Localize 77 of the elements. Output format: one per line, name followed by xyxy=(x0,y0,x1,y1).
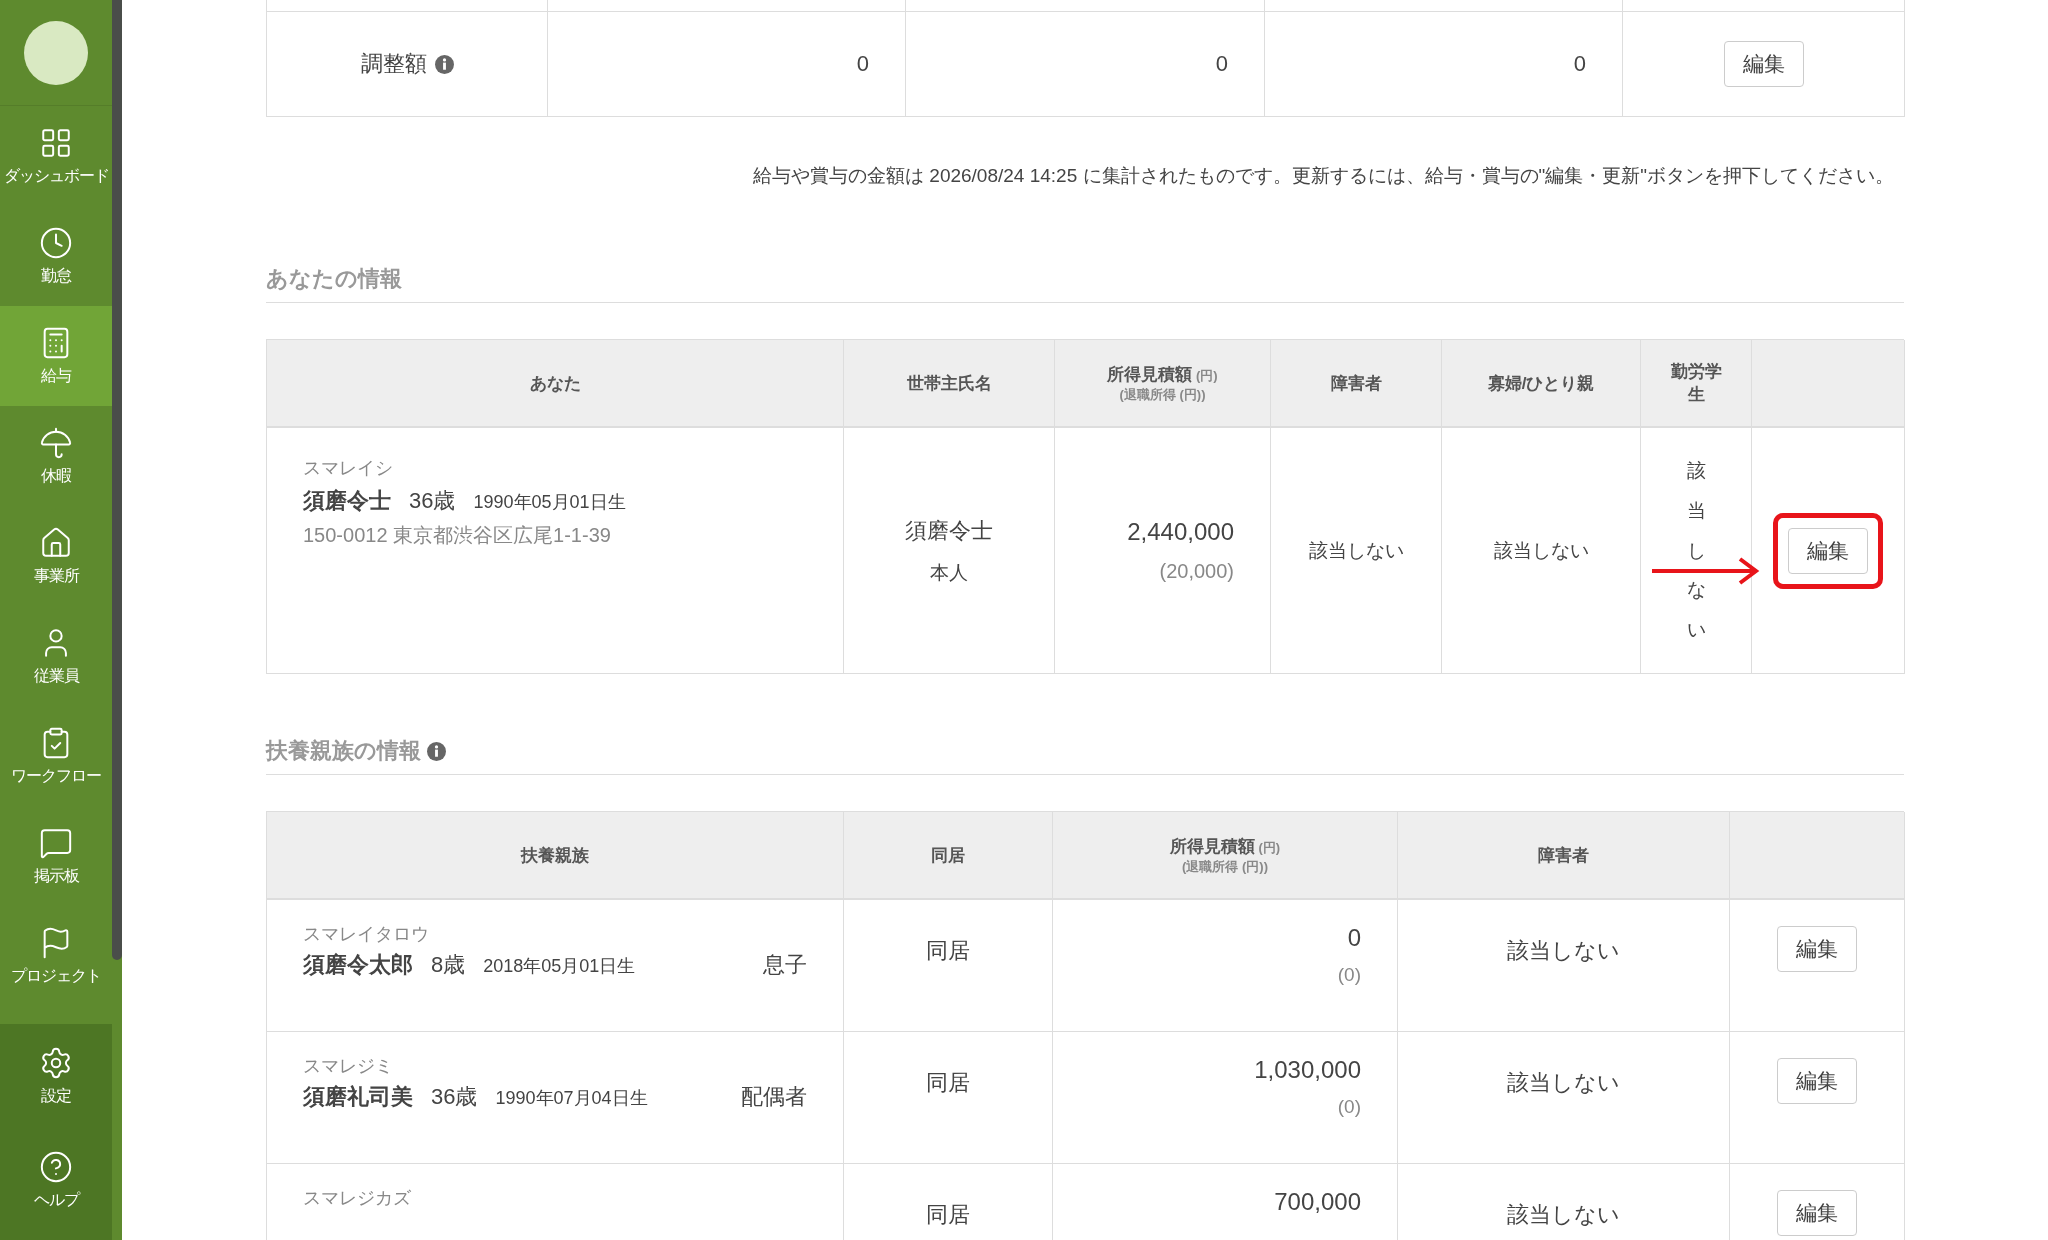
column-header: 所得見積額 (円) xyxy=(1168,835,1282,858)
update-note: 給与や賞与の金額は 2026/08/24 14:25 に集計されたものです。更新するには、給与・賞与の"編集・更新"ボタンを押下してください。 xyxy=(752,164,1894,188)
house-icon xyxy=(39,525,73,560)
relation: 本人 xyxy=(930,560,968,585)
status-text: 該当しない xyxy=(1308,538,1404,563)
amount: 0 xyxy=(1573,51,1586,77)
sidebar-item[interactable]: ワークフロー xyxy=(0,706,112,806)
retirement-income: (0) xyxy=(1337,1096,1361,1118)
name-kana: スマレイタロウ xyxy=(303,923,429,946)
scrollbar[interactable] xyxy=(112,0,122,960)
clock-icon xyxy=(39,225,73,260)
birth-date: 1990年07月04日生 xyxy=(495,1087,648,1110)
relation: 息子 xyxy=(763,951,807,979)
relation: 配偶者 xyxy=(741,1083,807,1111)
sidebar-item[interactable]: ヘルプ xyxy=(0,1128,112,1232)
sidebar-item[interactable]: 勤怠 xyxy=(0,206,112,306)
column-header: 障害者 xyxy=(1537,844,1590,867)
status-text: 該当しない xyxy=(1507,1201,1620,1229)
income-amount: 2,440,000 xyxy=(1127,518,1234,546)
cohabit-status: 同居 xyxy=(926,937,970,965)
sidebar-item[interactable]: 設定 xyxy=(0,1024,112,1128)
amount: 0 xyxy=(856,51,869,77)
column-header: 障害者 xyxy=(1329,372,1383,395)
cohabit-status: 同居 xyxy=(926,1201,970,1229)
sidebar-item[interactable]: 休暇 xyxy=(0,406,112,506)
person-name: 須磨礼司美 xyxy=(303,1083,413,1111)
column-header: 勤労学生 xyxy=(1669,361,1723,406)
person-name: 須磨令士 xyxy=(303,487,391,515)
column-subheader: (退職所得 (円)) xyxy=(1119,385,1206,404)
edit-button[interactable]: 編集 xyxy=(1788,527,1868,574)
sidebar-item[interactable]: ダッシュボード xyxy=(0,106,112,206)
edit-button[interactable]: 編集 xyxy=(1777,1058,1857,1104)
info-icon xyxy=(427,741,446,761)
name-kana: スマレイシ xyxy=(303,457,393,480)
sidebar-item[interactable]: 事業所 xyxy=(0,506,112,606)
income-amount: 700,000 xyxy=(1274,1188,1361,1216)
income-amount: 0 xyxy=(1347,924,1361,952)
settings-icon xyxy=(39,1045,73,1080)
householder-name: 須磨令士 xyxy=(905,516,993,545)
name-kana: スマレジミ xyxy=(303,1055,393,1078)
edit-button[interactable]: 編集 xyxy=(1777,1190,1857,1236)
age: 36歳 xyxy=(409,487,456,515)
sidebar-item[interactable]: プロジェクト xyxy=(0,906,112,1006)
age: 36歳 xyxy=(431,1083,478,1111)
address: 150-0012 東京都渋谷区広尾1-1-39 xyxy=(303,523,611,548)
age: 8歳 xyxy=(431,951,466,979)
name-kana: スマレジカズ xyxy=(303,1187,411,1210)
column-header: 世帯主氏名 xyxy=(905,372,993,395)
retirement-income: (0) xyxy=(1337,964,1361,986)
column-header: あなた xyxy=(528,372,582,395)
amount: 0 xyxy=(1215,51,1228,77)
column-header: 同居 xyxy=(930,844,966,867)
edit-button[interactable]: 編集 xyxy=(1777,926,1857,972)
income-amount: 1,030,000 xyxy=(1254,1056,1361,1084)
birth-date: 1990年05月01日生 xyxy=(473,491,626,514)
umbrella-icon xyxy=(39,425,73,460)
birth-date: 2018年05月01日生 xyxy=(483,955,636,978)
row-label: 調整額 xyxy=(360,50,427,78)
section-title: あなたの情報 xyxy=(266,265,402,293)
edit-button[interactable]: 編集 xyxy=(1723,41,1804,87)
column-header: 所得見積額 (円) xyxy=(1106,363,1219,386)
sidebar-item[interactable]: 給与 xyxy=(0,306,112,406)
status-text: 該当しない xyxy=(1493,538,1589,563)
help-icon xyxy=(39,1149,73,1184)
info-icon xyxy=(434,54,454,74)
status-text: 該当しない xyxy=(1507,937,1620,965)
status-text: 該当しない xyxy=(1507,1069,1620,1097)
sidebar-item[interactable]: 掲示板 xyxy=(0,806,112,906)
cohabit-status: 同居 xyxy=(926,1069,970,1097)
column-header: 寡婦/ひとり親 xyxy=(1486,372,1596,395)
column-subheader: (退職所得 (円)) xyxy=(1182,857,1268,876)
sidebar-item[interactable]: 従業員 xyxy=(0,606,112,706)
column-header: 扶養親族 xyxy=(519,844,590,867)
retirement-income: (20,000) xyxy=(1159,560,1234,583)
status-text: 該当しない xyxy=(1686,458,1706,643)
section-title: 扶養親族の情報 xyxy=(266,737,421,765)
person-name: 須磨令太郎 xyxy=(303,951,413,979)
